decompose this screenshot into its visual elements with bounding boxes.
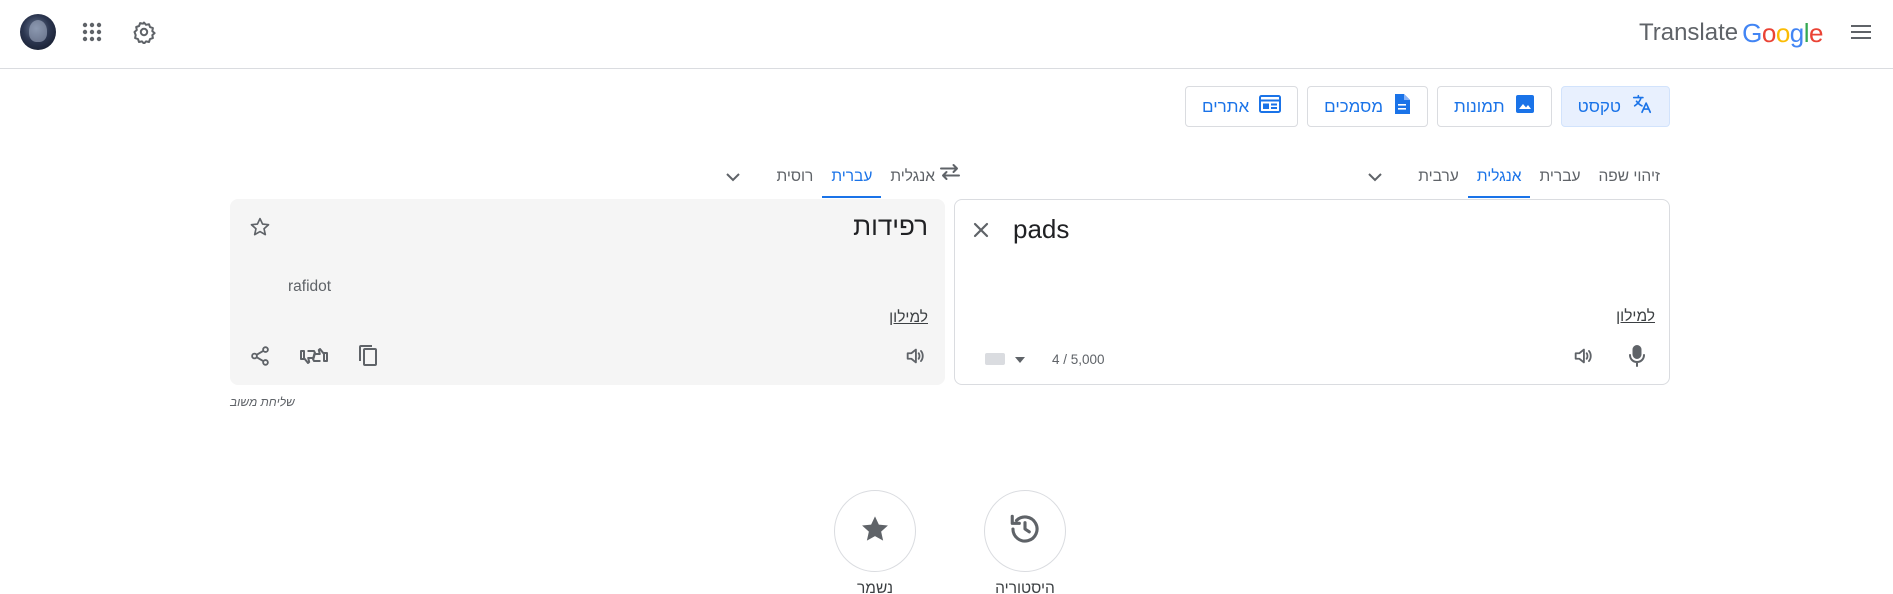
source-lang-more-button[interactable] <box>1355 158 1395 198</box>
mode-documents-label: מסמכים <box>1324 96 1383 116</box>
transliteration-text: rafidot <box>288 278 332 295</box>
character-count: 4 / 5,000 <box>1052 352 1105 367</box>
mode-websites-button[interactable]: אתרים <box>1185 86 1299 127</box>
chevron-down-icon <box>1015 350 1025 368</box>
source-lang-tab[interactable]: עברית <box>1530 158 1589 198</box>
clear-source-button[interactable] <box>967 218 995 246</box>
source-lang-tab[interactable]: ערבית <box>1409 158 1468 198</box>
translate-icon <box>1631 93 1653 120</box>
apps-icon[interactable] <box>80 20 104 44</box>
mode-documents-button[interactable]: מסמכים <box>1307 86 1428 127</box>
brand-letter: e <box>1809 17 1823 48</box>
target-lang-tab-active[interactable]: עברית <box>822 158 882 198</box>
avatar[interactable] <box>20 14 56 50</box>
brand-letter: o <box>1775 17 1790 48</box>
brand-letter: o <box>1761 17 1776 48</box>
brand-logo: Translate Google <box>1638 18 1824 49</box>
target-lang-more-button[interactable] <box>713 158 753 198</box>
website-icon <box>1259 95 1282 118</box>
history-circle <box>984 490 1066 572</box>
mode-images-label: תמונות <box>1454 96 1505 116</box>
saved-circle <box>834 490 916 572</box>
saved-button[interactable]: נשמר <box>834 490 916 594</box>
mode-buttons: טקסט תמונות מסמכים אתרים <box>1185 86 1670 127</box>
close-icon <box>972 221 990 244</box>
listen-translation-button[interactable] <box>901 344 929 372</box>
target-dictionary-link[interactable]: למילון <box>889 309 928 327</box>
copy-translation-button[interactable] <box>354 344 382 372</box>
image-icon <box>1515 94 1535 119</box>
history-icon <box>1008 512 1042 551</box>
share-icon <box>249 345 271 372</box>
brand-google: Google <box>1742 18 1823 49</box>
brand-word: Translate <box>1638 19 1739 46</box>
mode-websites-label: אתרים <box>1202 96 1250 116</box>
thumbs-up-down-icon <box>299 344 329 373</box>
target-language-bar: אנגלית עברית רוסית <box>713 158 944 198</box>
brand-letter: G <box>1742 17 1762 48</box>
copy-icon <box>358 344 378 373</box>
target-lang-tab[interactable]: אנגלית <box>881 158 944 198</box>
document-icon <box>1393 93 1411 120</box>
speaker-icon <box>904 345 926 372</box>
mode-images-button[interactable]: תמונות <box>1437 86 1552 127</box>
source-lang-tab[interactable]: זיהוי שפה <box>1589 158 1669 198</box>
header: Translate Google <box>0 0 1893 69</box>
history-label: היסטוריה <box>995 580 1055 594</box>
target-lang-tab[interactable]: רוסית <box>767 158 822 198</box>
keyboard-icon <box>985 353 1005 365</box>
keyboard-selector[interactable] <box>985 350 1025 368</box>
share-button[interactable] <box>246 344 274 372</box>
mode-text-label: טקסט <box>1577 96 1621 116</box>
speaker-icon <box>1572 345 1594 372</box>
microphone-icon <box>1627 344 1647 373</box>
translation-text: רפידות <box>853 211 928 241</box>
settings-icon[interactable] <box>132 20 156 44</box>
listen-source-button[interactable] <box>1569 344 1597 372</box>
voice-input-button[interactable] <box>1623 344 1651 372</box>
source-panel: pads למילון 4 / 5,000 <box>954 199 1670 385</box>
rate-translation-button[interactable] <box>300 344 328 372</box>
source-dictionary-link[interactable]: למילון <box>1616 308 1655 326</box>
brand-letter: g <box>1789 17 1804 48</box>
star-icon <box>249 216 271 243</box>
send-feedback-link[interactable]: שליחת משוב <box>230 395 295 409</box>
chevron-down-icon <box>725 169 741 187</box>
source-lang-tab-active[interactable]: אנגלית <box>1467 158 1531 198</box>
star-filled-icon <box>859 513 891 550</box>
save-translation-button[interactable] <box>246 215 274 243</box>
menu-icon[interactable] <box>1849 20 1873 44</box>
saved-label: נשמר <box>857 580 893 594</box>
source-text-input[interactable]: pads <box>1013 214 1069 245</box>
chevron-down-icon <box>1367 169 1383 187</box>
source-language-bar: זיהוי שפה עברית אנגלית ערבית <box>1355 158 1669 198</box>
history-button[interactable]: היסטוריה <box>984 490 1066 594</box>
mode-text-button[interactable]: טקסט <box>1560 86 1670 127</box>
target-panel: רפידות rafidot למילון <box>230 199 945 385</box>
